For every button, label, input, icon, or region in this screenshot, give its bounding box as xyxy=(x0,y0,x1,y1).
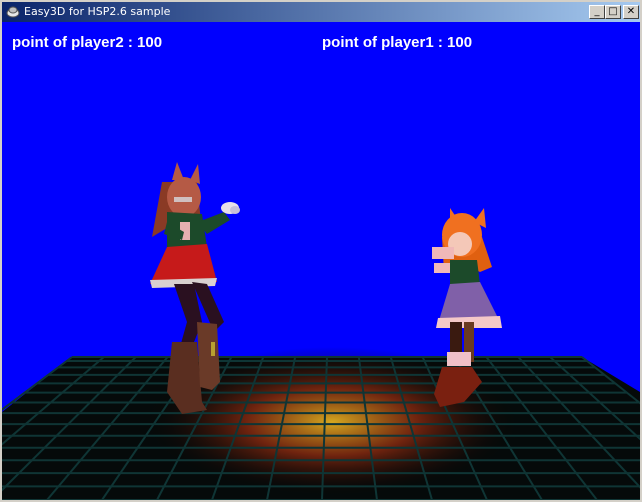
minimize-button[interactable]: _ xyxy=(589,5,605,19)
maximize-button[interactable]: □ xyxy=(605,5,621,19)
app-icon xyxy=(6,6,20,18)
maximize-icon: □ xyxy=(608,6,618,17)
game-scene xyxy=(2,162,640,500)
game-viewport[interactable]: point of player2 : 100 point of player1 … xyxy=(2,22,640,500)
player1-score: point of player1 : 100 xyxy=(322,34,473,51)
close-button[interactable]: ✕ xyxy=(623,5,639,19)
minimize-icon: _ xyxy=(594,6,600,17)
title-bar[interactable]: Easy3D for HSP2.6 sample _ □ ✕ xyxy=(2,2,640,22)
player2-score: point of player2 : 100 xyxy=(12,34,163,51)
window-title: Easy3D for HSP2.6 sample xyxy=(24,5,171,18)
floor xyxy=(2,347,640,500)
close-icon: ✕ xyxy=(626,6,636,17)
game-window: Easy3D for HSP2.6 sample _ □ ✕ point of … xyxy=(0,0,642,502)
